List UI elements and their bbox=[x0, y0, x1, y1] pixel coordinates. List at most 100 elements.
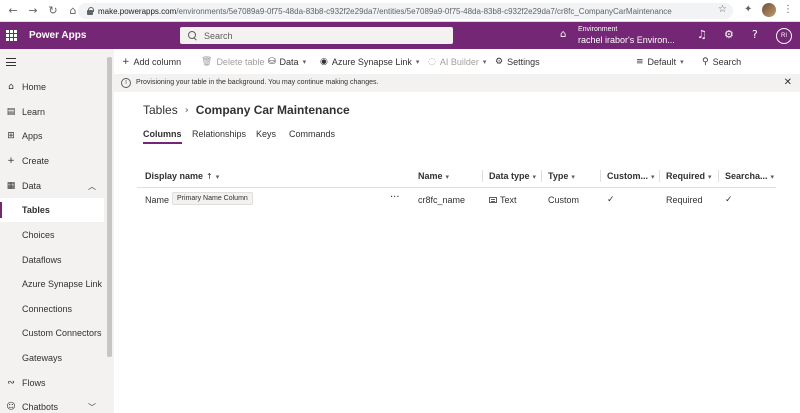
delete-table-button[interactable]: 🗑 Delete table bbox=[201, 57, 264, 67]
bookmark-star-icon[interactable]: ☆ bbox=[718, 4, 727, 15]
forward-arrow-icon[interactable]: → bbox=[26, 4, 40, 18]
column-divider[interactable] bbox=[541, 170, 542, 182]
sidebar-item-flows[interactable]: ∾ Flows bbox=[0, 371, 104, 395]
column-header-customizable[interactable]: Custom... ▾ bbox=[607, 171, 655, 181]
browser-profile-avatar[interactable] bbox=[762, 3, 776, 17]
sidebar-item-label: Tables bbox=[22, 205, 50, 215]
url-host: make.powerapps.com bbox=[98, 6, 177, 16]
sidebar-item-label: Create bbox=[22, 156, 50, 166]
command-bar: + Add column 🗑 Delete table ⛁ Data ▾ ◉ Azure … bbox=[114, 49, 800, 74]
close-icon[interactable]: ✕ bbox=[784, 77, 792, 88]
add-column-button[interactable]: + Add column bbox=[122, 57, 181, 67]
chevron-down-icon: ▾ bbox=[215, 173, 220, 181]
sidebar-item-dataflows[interactable]: Dataflows bbox=[0, 248, 104, 272]
sidebar-item-data[interactable]: ▦ Data ︿ bbox=[0, 174, 104, 198]
gear-icon[interactable]: ⚙ bbox=[724, 29, 734, 41]
environment-label: Environment bbox=[578, 26, 618, 33]
azure-synapse-link-button[interactable]: ◉ Azure Synapse Link ▾ bbox=[320, 57, 419, 67]
sidebar-item-label: Data bbox=[22, 181, 42, 191]
sidebar-item-learn[interactable]: ▤ Learn bbox=[0, 100, 104, 124]
more-options-icon[interactable]: ··· bbox=[390, 192, 400, 203]
sidebar-item-tables[interactable]: Tables bbox=[0, 198, 104, 222]
sidebar-scrollbar-thumb[interactable] bbox=[107, 57, 112, 357]
sidebar-item-custom-connectors[interactable]: Custom Connectors bbox=[0, 321, 104, 345]
sidebar-item-connections[interactable]: Connections bbox=[0, 297, 104, 321]
chevron-down-icon[interactable]: ﹀ bbox=[88, 402, 96, 413]
sidebar-item-azure-synapse-link[interactable]: Azure Synapse Link bbox=[0, 272, 104, 296]
environment-icon[interactable]: ⌂ bbox=[560, 29, 566, 40]
breadcrumb: Tables › Company Car Maintenance bbox=[143, 103, 350, 117]
sidebar-item-gateways[interactable]: Gateways bbox=[0, 346, 104, 370]
cell-display-name[interactable]: Name bbox=[145, 195, 169, 205]
grid-search-input[interactable]: ⚲ Search bbox=[702, 57, 741, 67]
column-header-label: Searcha... bbox=[725, 171, 768, 181]
tab-commands[interactable]: Commands bbox=[289, 129, 335, 139]
breadcrumb-tables-link[interactable]: Tables bbox=[143, 103, 178, 117]
sidebar-item-label: Dataflows bbox=[22, 255, 62, 265]
azure-synapse-link-label: Azure Synapse Link bbox=[331, 57, 412, 67]
bell-icon[interactable]: ♫ bbox=[697, 29, 707, 41]
table-row[interactable]: Name Primary Name Column ··· cr8fc_name … bbox=[137, 189, 776, 210]
sidebar-item-create[interactable]: + Create bbox=[0, 149, 104, 173]
table-icon: ▦ bbox=[6, 181, 16, 191]
chevron-down-icon: ▾ bbox=[708, 173, 712, 181]
data-menu-label: Data bbox=[279, 57, 299, 67]
tab-relationships[interactable]: Relationships bbox=[192, 129, 246, 139]
sidebar-item-label: Connections bbox=[22, 304, 73, 314]
browser-menu-icon[interactable]: ⋮ bbox=[783, 4, 793, 15]
cell-name: cr8fc_name bbox=[418, 195, 466, 205]
app-name[interactable]: Power Apps bbox=[29, 30, 86, 41]
chevron-down-icon: ▾ bbox=[302, 58, 307, 66]
url-path: /environments/5e7089a9-0f75-48da-83b8-c9… bbox=[176, 6, 672, 16]
column-divider[interactable] bbox=[718, 170, 719, 182]
environment-name[interactable]: rachel irabor's Environ... bbox=[578, 35, 675, 45]
column-divider[interactable] bbox=[600, 170, 601, 182]
sidebar-item-label: Apps bbox=[22, 131, 43, 141]
sidebar-item-chatbots[interactable]: ☺ Chatbots ﹀ bbox=[0, 395, 104, 413]
user-avatar[interactable]: RI bbox=[776, 28, 792, 44]
checkmark-icon: ✓ bbox=[607, 195, 615, 205]
address-bar[interactable]: make.powerapps.com/environments/5e7089a9… bbox=[78, 3, 733, 19]
sidebar-scrollbar[interactable] bbox=[104, 49, 114, 413]
extensions-icon[interactable]: ✦ bbox=[744, 4, 756, 16]
chevron-up-icon[interactable]: ︿ bbox=[88, 181, 96, 192]
ai-builder-label: AI Builder bbox=[439, 57, 479, 67]
back-arrow-icon[interactable]: ← bbox=[6, 4, 20, 18]
column-divider[interactable] bbox=[659, 170, 660, 182]
column-header-data-type[interactable]: Data type ▾ bbox=[489, 171, 536, 181]
sidebar-item-label: Gateways bbox=[22, 353, 63, 363]
reload-icon[interactable]: ↻ bbox=[46, 4, 60, 18]
settings-button[interactable]: ⚙ Settings bbox=[495, 57, 540, 67]
global-search-input[interactable]: Search bbox=[180, 27, 453, 44]
sidebar-item-choices[interactable]: Choices bbox=[0, 223, 104, 247]
tab-keys[interactable]: Keys bbox=[256, 129, 276, 139]
search-placeholder: Search bbox=[204, 30, 233, 41]
lock-icon bbox=[86, 7, 94, 15]
sidebar-item-apps[interactable]: ⊞ Apps bbox=[0, 124, 104, 148]
app-header: Power Apps Search ⌂ Environment rachel i… bbox=[0, 22, 800, 49]
column-header-label: Name bbox=[418, 171, 443, 181]
column-divider[interactable] bbox=[482, 170, 483, 182]
chevron-down-icon: ▾ bbox=[770, 173, 775, 181]
primary-name-badge: Primary Name Column bbox=[172, 192, 253, 205]
sidebar-item-home[interactable]: ⌂ Home bbox=[0, 75, 104, 99]
ai-builder-button[interactable]: ◌ AI Builder ▾ bbox=[428, 57, 486, 67]
add-column-label: Add column bbox=[133, 57, 182, 67]
ai-builder-icon: ◌ bbox=[428, 57, 436, 67]
book-icon: ▤ bbox=[6, 107, 16, 117]
notification-bar: i Provisioning your table in the backgro… bbox=[114, 74, 800, 92]
data-menu-button[interactable]: ⛁ Data ▾ bbox=[268, 57, 306, 67]
column-header-label: Custom... bbox=[607, 171, 649, 181]
tab-columns[interactable]: Columns bbox=[143, 129, 182, 144]
chevron-down-icon: ▾ bbox=[532, 173, 537, 181]
help-icon[interactable]: ? bbox=[752, 29, 758, 41]
column-header-display-name[interactable]: Display name ↑ ▾ bbox=[145, 171, 219, 181]
grid-search-placeholder: Search bbox=[712, 57, 742, 67]
column-header-searchable[interactable]: Searcha... ▾ bbox=[725, 171, 774, 181]
column-header-name[interactable]: Name ▾ bbox=[418, 171, 449, 181]
hamburger-icon[interactable] bbox=[6, 58, 16, 66]
app-launcher-icon[interactable] bbox=[6, 30, 17, 41]
column-header-required[interactable]: Required ▾ bbox=[666, 171, 712, 181]
column-header-type[interactable]: Type ▾ bbox=[548, 171, 575, 181]
view-selector[interactable]: ≡ Default ▾ bbox=[636, 57, 684, 67]
